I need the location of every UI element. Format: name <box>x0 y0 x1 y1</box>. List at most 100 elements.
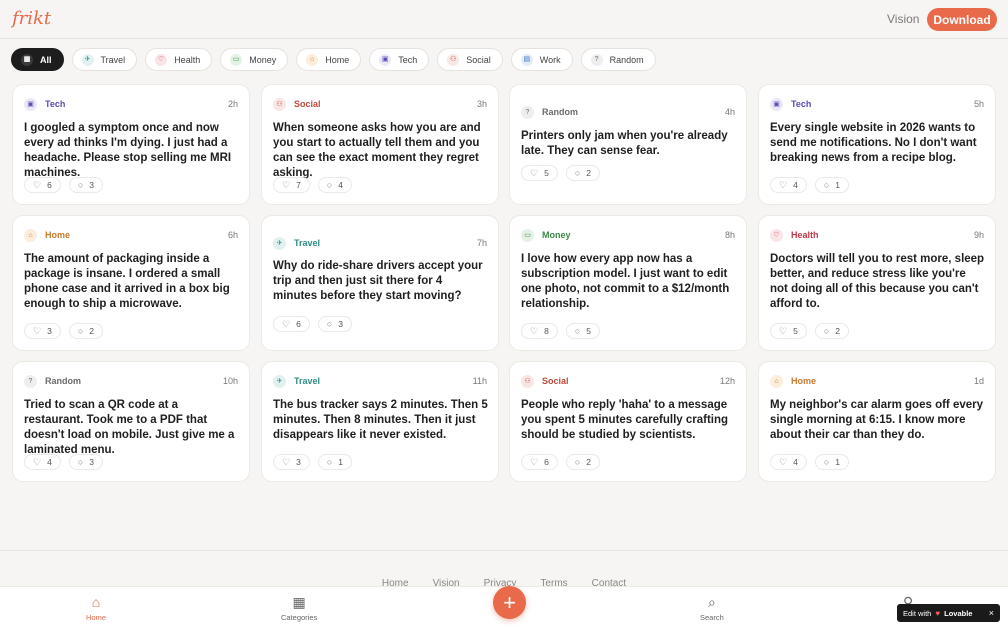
post-stats: ♡ 3 ○ 2 <box>24 323 103 339</box>
like-count: 6 <box>544 457 549 467</box>
filter-chip-money[interactable]: ▭ Money <box>220 48 289 71</box>
like-button[interactable]: ♡ 3 <box>273 454 310 470</box>
post-category-label: Random <box>542 107 578 117</box>
like-count: 3 <box>296 457 301 467</box>
filter-chip-social[interactable]: ⚇ Social <box>437 48 503 71</box>
comment-icon: ○ <box>574 325 581 336</box>
filter-chip-tech[interactable]: ▣ Tech <box>369 48 430 71</box>
post-card[interactable]: ⚇ Social 3h When someone asks how you are a… <box>261 84 499 205</box>
post-stats: ♡ 8 ○ 5 <box>521 323 600 339</box>
filter-chip-health[interactable]: ♡ Health <box>145 48 213 71</box>
add-post-button[interactable]: + <box>493 586 526 619</box>
logo[interactable]: frikt <box>12 8 51 29</box>
post-card[interactable]: ♡ Health 9h Doctors will tell you to rest m… <box>758 215 996 351</box>
post-card[interactable]: ? Random 10h Tried to scan a QR code at a r… <box>12 361 250 482</box>
comment-count: 2 <box>89 326 94 336</box>
comment-button[interactable]: ○ 3 <box>68 177 103 193</box>
like-button[interactable]: ♡ 6 <box>521 454 558 470</box>
post-card[interactable]: ? Random 4h Printers only jam when you're a… <box>509 84 747 205</box>
post-text: My neighbor's car alarm goes off every s… <box>770 399 984 441</box>
comment-button[interactable]: ○ 1 <box>317 454 352 470</box>
comment-button[interactable]: ○ 5 <box>565 323 600 339</box>
heart-icon: ♥ <box>935 608 941 618</box>
category-tech-icon: ▣ <box>770 97 783 111</box>
like-count: 7 <box>296 180 301 190</box>
comment-icon: ○ <box>77 179 84 190</box>
post-card[interactable]: ⌂ Home 1d My neighbor's car alarm goes off … <box>758 361 996 482</box>
comment-icon: ○ <box>77 325 84 336</box>
heart-icon: ♡ <box>33 325 42 336</box>
lovable-badge[interactable]: Edit with ♥ Lovable × <box>897 604 1000 622</box>
money-icon: ▭ <box>230 53 243 66</box>
post-category-label: Health <box>791 230 819 240</box>
filter-chip-travel[interactable]: ✈ Travel <box>71 48 138 71</box>
comment-icon: ○ <box>823 325 830 336</box>
comment-button[interactable]: ○ 3 <box>68 454 103 470</box>
post-card[interactable]: ✈ Travel 7h Why do ride-share drivers accep… <box>261 215 499 351</box>
post-category-label: Travel <box>294 238 321 248</box>
post-text: Every single website in 2026 wants to se… <box>770 122 977 164</box>
category-random-icon: ? <box>24 374 37 388</box>
post-card[interactable]: ⚇ Social 12h People who reply 'haha' to a m… <box>509 361 747 482</box>
like-button[interactable]: ♡ 5 <box>521 165 558 181</box>
comment-button[interactable]: ○ 4 <box>317 177 352 193</box>
post-card[interactable]: ▭ Money 8h I love how every app now has a s… <box>509 215 747 351</box>
comment-button[interactable]: ○ 1 <box>814 177 849 193</box>
filter-chip-all[interactable]: ▦ All <box>11 48 64 71</box>
like-button[interactable]: ♡ 7 <box>273 177 310 193</box>
bottom-nav-search-label: Search <box>700 613 724 622</box>
like-button[interactable]: ♡ 5 <box>770 323 807 339</box>
post-card[interactable]: ▣ Tech 2h I googled a symptom once and now … <box>12 84 250 205</box>
post-card[interactable]: ⌂ Home 6h The amount of packaging inside a … <box>12 215 250 351</box>
post-category-label: Random <box>45 376 81 386</box>
filter-chip-random[interactable]: ? Random <box>580 48 656 71</box>
close-icon[interactable]: × <box>989 608 994 618</box>
like-button[interactable]: ♡ 4 <box>770 454 807 470</box>
comment-icon: ○ <box>326 318 333 329</box>
plane-icon: ✈ <box>81 53 94 66</box>
bottom-nav-search[interactable]: ⌕ Search <box>700 594 724 622</box>
comment-button[interactable]: ○ 2 <box>565 165 600 181</box>
filter-chip-label: All <box>40 54 52 65</box>
comment-count: 4 <box>338 180 343 190</box>
post-text: Tried to scan a QR code at a restaurant.… <box>24 399 235 456</box>
bottom-nav-categories[interactable]: ▦ Categories <box>281 594 317 622</box>
like-count: 6 <box>296 319 301 329</box>
bottom-nav-home[interactable]: ⌂ Home <box>86 594 106 622</box>
post-stats: ♡ 5 ○ 2 <box>521 165 600 181</box>
comment-button[interactable]: ○ 2 <box>68 323 103 339</box>
comment-button[interactable]: ○ 2 <box>565 454 600 470</box>
filter-chip-label: Travel <box>100 54 126 65</box>
like-button[interactable]: ♡ 6 <box>24 177 61 193</box>
post-card[interactable]: ✈ Travel 11h The bus tracker says 2 minutes… <box>261 361 499 482</box>
post-stats: ♡ 6 ○ 2 <box>521 454 600 470</box>
nav-link-vision[interactable]: Vision <box>887 12 919 26</box>
heart-icon: ♡ <box>530 456 539 467</box>
briefcase-icon: ▤ <box>520 53 533 66</box>
post-category-label: Tech <box>45 99 66 109</box>
post-timestamp: 12h <box>719 376 735 386</box>
comment-button[interactable]: ○ 3 <box>317 316 352 332</box>
post-category-label: Money <box>542 230 571 240</box>
people-icon: ⚇ <box>447 53 460 66</box>
like-button[interactable]: ♡ 4 <box>770 177 807 193</box>
comment-button[interactable]: ○ 1 <box>814 454 849 470</box>
post-stats: ♡ 4 ○ 1 <box>770 177 849 193</box>
heart-icon: ♡ <box>282 318 291 329</box>
heart-icon: ♡ <box>530 325 539 336</box>
filter-chip-home[interactable]: ⌂ Home <box>296 48 362 71</box>
post-category-label: Tech <box>791 99 812 109</box>
comment-count: 2 <box>835 326 840 336</box>
download-button[interactable]: Download <box>927 8 997 31</box>
like-button[interactable]: ♡ 6 <box>273 316 310 332</box>
filter-chip-work[interactable]: ▤ Work <box>510 48 573 71</box>
post-timestamp: 8h <box>724 230 735 240</box>
like-button[interactable]: ♡ 8 <box>521 323 558 339</box>
like-button[interactable]: ♡ 4 <box>24 454 61 470</box>
heart-icon: ♡ <box>779 325 788 336</box>
comment-button[interactable]: ○ 2 <box>814 323 849 339</box>
like-button[interactable]: ♡ 3 <box>24 323 61 339</box>
category-home-icon: ⌂ <box>770 374 783 388</box>
post-card[interactable]: ▣ Tech 5h Every single website in 2026 want… <box>758 84 996 205</box>
comment-count: 2 <box>586 457 591 467</box>
